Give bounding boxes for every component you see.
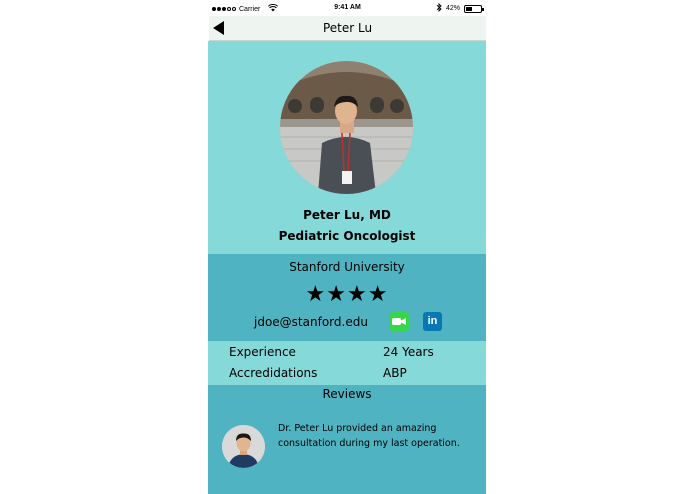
reviews-section: Reviews Dr. Peter Lu provided an amazing… (208, 385, 486, 494)
info-table: Experience 24 Years Accredidations ABP (208, 341, 486, 385)
profile-header: Peter Lu, MD Pediatric Oncologist (208, 41, 486, 254)
university-label: Stanford University (289, 260, 405, 274)
battery-fill (466, 6, 472, 11)
reviews-heading: Reviews (322, 387, 372, 401)
facetime-icon[interactable] (389, 312, 409, 331)
doctor-specialty: Pediatric Oncologist (278, 229, 416, 243)
email-link[interactable]: jdoe@stanford.edu (254, 315, 368, 329)
info-value: 24 Years (383, 345, 434, 359)
info-label: Accredidations (229, 366, 318, 380)
info-row-experience: Experience 24 Years (208, 345, 486, 365)
navigation-bar: Peter Lu (209, 16, 486, 41)
linkedin-icon[interactable]: in (423, 312, 442, 331)
info-label: Experience (229, 345, 296, 359)
profile-photo (280, 61, 413, 194)
status-right: 42% (436, 2, 484, 14)
status-bar: Carrier 9:41 AM 42% (209, 0, 486, 16)
nav-title: Peter Lu (322, 21, 373, 35)
info-row-accreditations: Accredidations ABP (208, 366, 486, 386)
info-value: ABP (383, 366, 407, 380)
review-text: Dr. Peter Lu provided an amazing consult… (278, 423, 460, 449)
doctor-name: Peter Lu, MD (303, 208, 391, 222)
contact-section: Stanford University ★★★★ jdoe@stanford.e… (208, 254, 486, 341)
bluetooth-icon (436, 2, 442, 14)
reviewer-avatar (222, 425, 265, 468)
rating-stars: ★★★★ (305, 282, 389, 307)
battery-percent: 42% (445, 5, 460, 12)
battery-icon (464, 4, 484, 13)
